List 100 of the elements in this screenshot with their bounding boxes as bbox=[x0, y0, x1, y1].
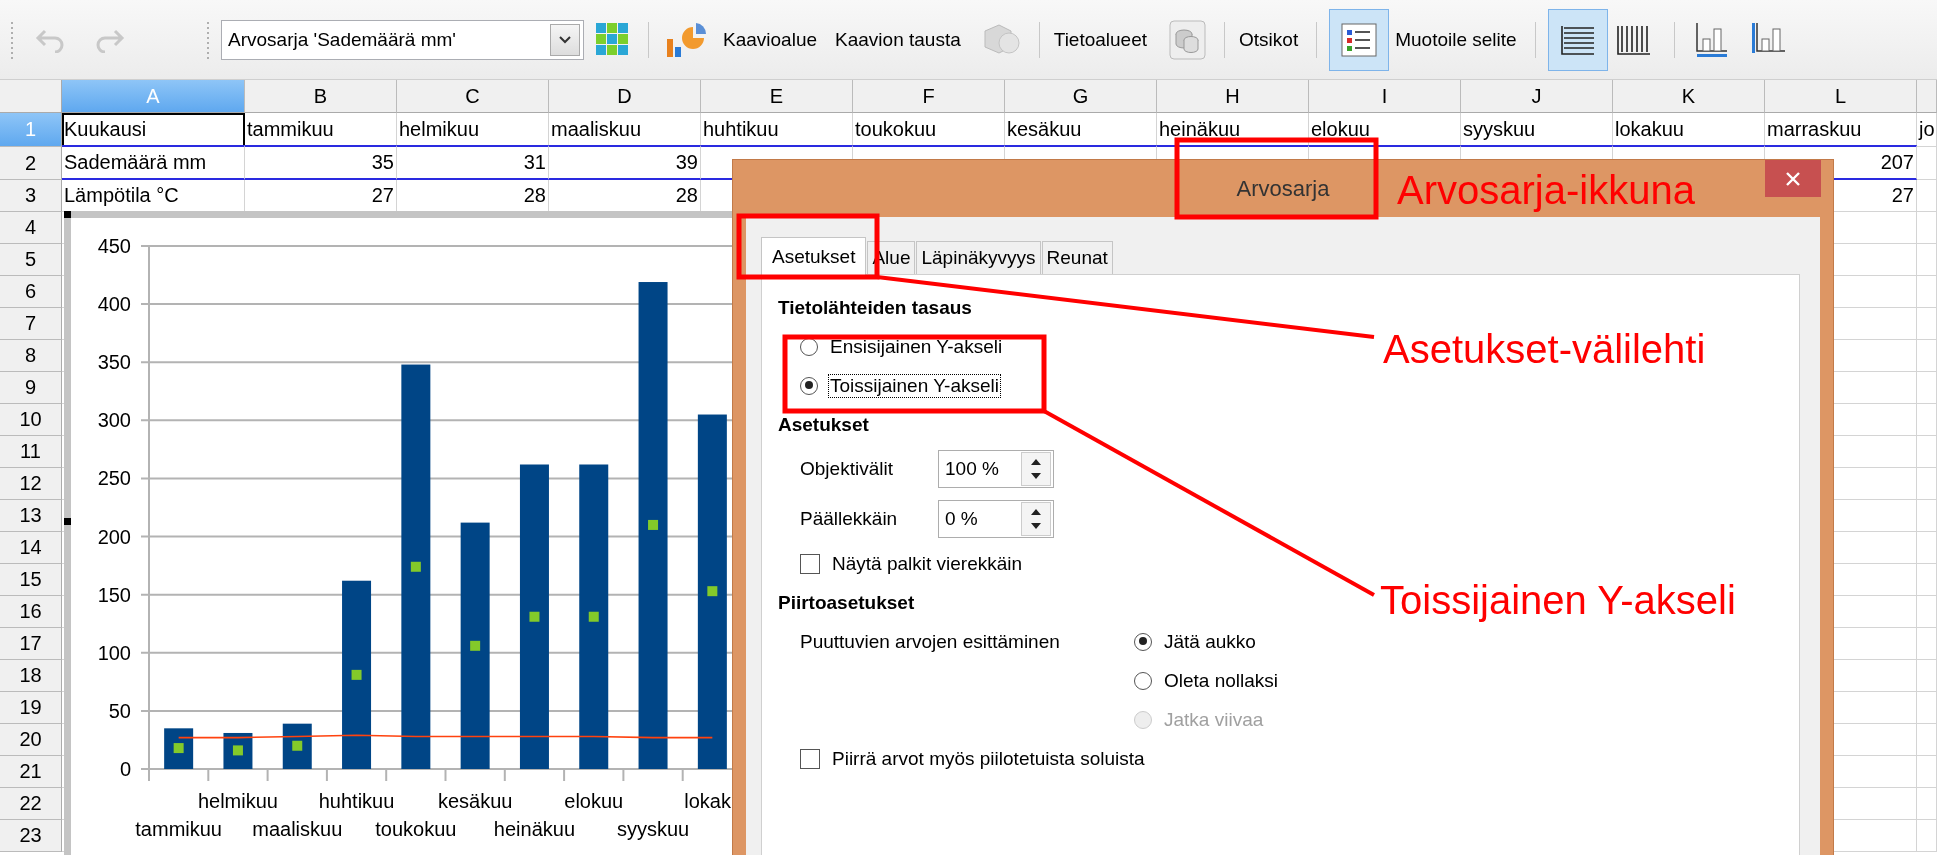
category-label: maaliskuu bbox=[252, 818, 343, 840]
category-label: helmikuu bbox=[197, 790, 278, 812]
column-header[interactable]: C bbox=[397, 80, 549, 113]
table-cell: lokakuu bbox=[1613, 113, 1765, 147]
axis-label: 100 bbox=[97, 641, 131, 664]
checkbox[interactable] bbox=[800, 553, 820, 574]
data-point bbox=[588, 611, 599, 622]
dialog-title: Arvosarja bbox=[1236, 175, 1330, 202]
table-cell: elokuu bbox=[1309, 113, 1461, 147]
grip-handle[interactable] bbox=[206, 19, 210, 60]
radio-button[interactable] bbox=[1134, 632, 1152, 651]
column-header[interactable]: J bbox=[1461, 80, 1613, 113]
row-header[interactable]: 11 bbox=[0, 436, 62, 468]
column-header[interactable]: K bbox=[1613, 80, 1765, 113]
table-cell: marraskuu bbox=[1765, 113, 1917, 147]
toolbar-button[interactable]: Otsikot bbox=[1239, 28, 1299, 51]
row-header[interactable]: 6 bbox=[0, 276, 62, 308]
data-point bbox=[292, 740, 303, 751]
spin-field[interactable]: 100 % bbox=[938, 450, 1054, 488]
row-header[interactable]: 3 bbox=[0, 180, 62, 212]
bar bbox=[282, 723, 312, 769]
column-header[interactable]: B bbox=[245, 80, 397, 113]
row-header[interactable]: 21 bbox=[0, 756, 62, 788]
row-header[interactable]: 14 bbox=[0, 532, 62, 564]
row-header[interactable]: 23 bbox=[0, 820, 62, 852]
row-header[interactable]: 13 bbox=[0, 500, 62, 532]
row-header[interactable]: 20 bbox=[0, 724, 62, 756]
column-header[interactable]: E bbox=[701, 80, 853, 113]
column-header[interactable]: L bbox=[1765, 80, 1917, 113]
column-header[interactable]: I bbox=[1309, 80, 1461, 113]
tab[interactable]: Läpinäkyvyys bbox=[916, 241, 1041, 274]
axis-label: 50 bbox=[108, 699, 131, 722]
horizontal-grid-toggle[interactable] bbox=[1547, 8, 1608, 71]
category-label: heinäkuu bbox=[493, 818, 576, 840]
toolbar-button[interactable]: Tietoalueet bbox=[1053, 28, 1148, 51]
column-header[interactable]: F bbox=[853, 80, 1005, 113]
row-header[interactable]: 10 bbox=[0, 404, 62, 436]
callout-label: Toissijainen Y-akseli bbox=[1380, 577, 1736, 623]
dropdown-button[interactable] bbox=[550, 23, 580, 56]
column-header[interactable]: G bbox=[1005, 80, 1157, 113]
legend-toggle-button[interactable] bbox=[1329, 8, 1390, 71]
tab[interactable]: Reunat bbox=[1041, 241, 1113, 274]
row-header[interactable]: 4 bbox=[0, 212, 62, 244]
selection-handle[interactable] bbox=[64, 211, 71, 218]
row-header[interactable]: 7 bbox=[0, 308, 62, 340]
row-header[interactable]: 9 bbox=[0, 372, 62, 404]
tab[interactable]: Asetukset bbox=[761, 237, 867, 275]
category-label: tammikuu bbox=[135, 818, 222, 840]
chart-type-icon[interactable] bbox=[665, 20, 707, 59]
category-label: huhtikuu bbox=[318, 790, 395, 812]
column-header[interactable]: D bbox=[549, 80, 701, 113]
column-header[interactable]: H bbox=[1157, 80, 1309, 113]
category-label: kesäkuu bbox=[437, 790, 513, 812]
grip-handle[interactable] bbox=[10, 19, 14, 60]
radio-button[interactable] bbox=[800, 376, 818, 395]
option-label[interactable]: Näytä palkit vierekkäin bbox=[830, 551, 1025, 576]
option-label[interactable]: Toissijainen Y-akseli bbox=[828, 373, 1001, 398]
row-header[interactable]: 16 bbox=[0, 596, 62, 628]
option-label[interactable]: Jätä aukko bbox=[1162, 629, 1258, 654]
toolbar-button[interactable]: Kaavion tausta bbox=[835, 28, 961, 51]
up-down-arrows-icon[interactable] bbox=[1021, 502, 1051, 536]
row-header[interactable]: 15 bbox=[0, 564, 62, 596]
table-cell: Sademäärä mm bbox=[62, 145, 245, 180]
table-cell: jo bbox=[1917, 113, 1937, 147]
section-heading: Piirtoasetukset bbox=[778, 591, 915, 614]
row-header[interactable]: 2 bbox=[0, 147, 62, 180]
table-cell: helmikuu bbox=[397, 113, 549, 147]
legend-icon bbox=[1341, 22, 1378, 57]
spin-field[interactable]: 0 % bbox=[938, 500, 1054, 538]
bar-chart-icon[interactable] bbox=[1694, 20, 1729, 59]
data-point bbox=[173, 743, 184, 754]
row-header[interactable]: 8 bbox=[0, 340, 62, 372]
row-header[interactable]: 18 bbox=[0, 660, 62, 692]
toolbar-button[interactable]: Kaavioalue bbox=[723, 28, 818, 51]
radio-button[interactable] bbox=[1134, 671, 1152, 690]
row-header[interactable]: 22 bbox=[0, 788, 62, 820]
option-label[interactable]: Piirrä arvot myös piilotetuista soluista bbox=[830, 746, 1147, 771]
table-cell: maaliskuu bbox=[549, 113, 701, 147]
toolbar-button[interactable]: Muotoile selite bbox=[1395, 28, 1517, 51]
data-point bbox=[470, 640, 481, 651]
row-header[interactable]: 12 bbox=[0, 468, 62, 500]
callout-label: Arvosarja-ikkuna bbox=[1397, 167, 1695, 213]
option-label[interactable]: Oleta nollaksi bbox=[1162, 668, 1281, 693]
table-cell: 39 bbox=[549, 145, 701, 180]
data-point bbox=[232, 745, 243, 756]
axis-label: 250 bbox=[97, 467, 131, 490]
row-header[interactable]: 19 bbox=[0, 692, 62, 724]
selection-handle[interactable] bbox=[64, 518, 71, 525]
caret-icon bbox=[559, 35, 571, 44]
series-dropdown[interactable]: Arvosarja 'Sademäärä mm' bbox=[221, 19, 584, 60]
vertical-lines-icon bbox=[1615, 23, 1652, 56]
data-point bbox=[648, 519, 659, 530]
corner-cell[interactable] bbox=[0, 80, 62, 113]
option-label[interactable]: Ensisijainen Y-akseli bbox=[828, 334, 1005, 359]
checkbox[interactable] bbox=[800, 748, 820, 769]
close-button[interactable] bbox=[1765, 160, 1821, 197]
row-header[interactable]: 17 bbox=[0, 628, 62, 660]
up-down-arrows-icon[interactable] bbox=[1021, 452, 1051, 486]
chart-panel[interactable]: 0 50 100 150 200 250 300 350 400 450 helmikuu huhtikuu kesäkuu elokuu lokak tammikuu maaliskuu toukokuu heinäkuu syyskuu bbox=[64, 211, 732, 855]
row-header[interactable]: 5 bbox=[0, 244, 62, 276]
